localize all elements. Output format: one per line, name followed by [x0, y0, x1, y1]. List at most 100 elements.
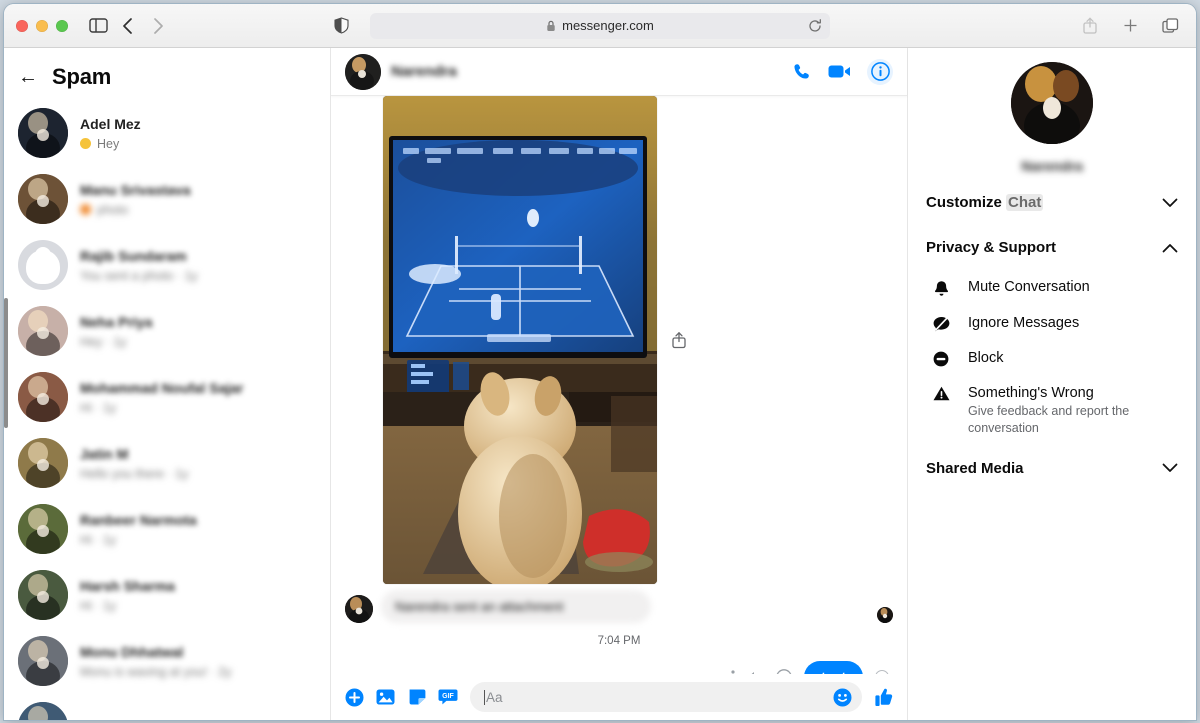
more-options-icon[interactable]: [731, 669, 735, 674]
message-timestamp: 7:04 PM: [597, 635, 641, 647]
privacy-item-ignore-messages[interactable]: Ignore Messages: [924, 306, 1180, 341]
thread-list-item[interactable]: Neha Priya Hey · 1y: [4, 298, 330, 364]
chevron-down-icon[interactable]: [1162, 463, 1178, 473]
plus-circle-icon[interactable]: [345, 688, 364, 707]
thread-list-scrollbar[interactable]: [4, 298, 8, 428]
message-list: Narendra sent an attachment 7:04 PM: [331, 96, 907, 674]
sticker-icon[interactable]: [407, 688, 426, 706]
share-upload-icon[interactable]: [671, 331, 687, 349]
address-bar[interactable]: messenger.com: [370, 12, 830, 39]
thread-list-item[interactable]: Manu Srivastava photo: [4, 166, 330, 232]
thread-item-snippet-text: Hi · 1y: [80, 532, 117, 547]
thread-item-name: Manu Srivastava: [80, 181, 191, 198]
photo-attachment[interactable]: [383, 96, 657, 584]
thread-item-snippet: Hey · 1y: [80, 335, 316, 349]
thread-list-item[interactable]: Narenderpanwar Panwar: [4, 694, 330, 720]
thread-item-snippet-text: Monu is waving at you! · 2y: [80, 664, 232, 679]
emoji-icon[interactable]: [833, 688, 852, 707]
thread-item-snippet: Hi · 1y: [80, 533, 316, 547]
thread-list-item[interactable]: Ranbeer Narmota Hi · 1y: [4, 496, 330, 562]
highlighted-word: Chat: [1006, 194, 1044, 211]
avatar[interactable]: [345, 53, 381, 90]
toolbar-right-actions: [1076, 13, 1184, 39]
thread-list-item[interactable]: Monu Dhhatwal Monu is waving at you! · 2y: [4, 628, 330, 694]
conversation-panel: Narendra Narendra sent an attachment 7:0…: [331, 48, 908, 720]
thread-item-name: Harsh Sharma: [80, 577, 175, 594]
thread-item-snippet: photo: [80, 203, 316, 217]
avatar[interactable]: [18, 372, 68, 422]
thread-item-snippet: Hello you there · 1y: [80, 467, 316, 481]
privacy-item-label: Block: [968, 350, 1004, 366]
section-privacy-support[interactable]: Privacy & Support: [924, 225, 1180, 270]
avatar[interactable]: [1011, 62, 1093, 144]
conversation-header: Narendra: [331, 48, 907, 96]
thumbs-up-icon[interactable]: [874, 687, 895, 708]
avatar[interactable]: [18, 504, 68, 554]
reload-icon[interactable]: [808, 18, 822, 33]
page-title: Spam: [52, 64, 112, 89]
share-icon[interactable]: [1076, 13, 1104, 39]
forward-button[interactable]: [144, 13, 172, 39]
avatar[interactable]: [18, 240, 68, 290]
reply-icon[interactable]: [747, 670, 764, 674]
incoming-message-row: Narendra sent an attachment: [345, 590, 893, 623]
info-circle-icon[interactable]: [867, 58, 893, 85]
photo-icon[interactable]: [376, 688, 395, 706]
avatar[interactable]: [18, 702, 68, 720]
outgoing-message-bubble[interactable]: test: [804, 661, 863, 674]
thread-item-snippet-text: Hey: [97, 136, 120, 151]
gif-icon[interactable]: GIF: [438, 688, 458, 706]
avatar[interactable]: [18, 636, 68, 686]
minimize-window-button[interactable]: [36, 19, 48, 32]
text-caret: [484, 689, 485, 705]
section-customize-chat[interactable]: Customize Chat: [924, 180, 1180, 225]
privacy-item-subtitle: Give feedback and report the conversatio…: [968, 404, 1130, 435]
section-label: Privacy & Support: [926, 239, 1057, 256]
thread-item-meta: Narenderpanwar Panwar: [80, 719, 316, 720]
back-button[interactable]: [114, 13, 142, 39]
message-attachment-row: [345, 96, 893, 584]
new-tab-button[interactable]: [1116, 13, 1144, 39]
thread-item-meta: Harsh Sharma Hi · 1y: [80, 578, 316, 613]
sidebar-toggle-icon[interactable]: [84, 13, 112, 39]
thread-list-item[interactable]: Mohammad Noufal Sajar Hi · 1y: [4, 364, 330, 430]
incoming-message-bubble[interactable]: Narendra sent an attachment: [381, 590, 651, 623]
navigation-controls: [84, 13, 172, 39]
arrow-left-icon[interactable]: ←: [18, 67, 38, 87]
section-shared-media[interactable]: Shared Media: [924, 446, 1180, 491]
video-camera-icon[interactable]: [828, 63, 851, 80]
avatar[interactable]: [18, 570, 68, 620]
block-icon: [932, 351, 950, 367]
thread-item-name: Ranbeer Narmota: [80, 511, 197, 528]
maximize-window-button[interactable]: [56, 19, 68, 32]
thread-list-item[interactable]: Harsh Sharma Hi · 1y: [4, 562, 330, 628]
close-window-button[interactable]: [16, 19, 28, 32]
chevron-up-icon[interactable]: [1162, 243, 1178, 253]
thread-list-item[interactable]: Adel Mez Hey: [4, 100, 330, 166]
avatar[interactable]: [18, 174, 68, 224]
privacy-item-block[interactable]: Block: [924, 341, 1180, 376]
tab-overview-icon[interactable]: [1156, 13, 1184, 39]
phone-call-icon[interactable]: [793, 62, 812, 81]
react-emoji-icon[interactable]: [776, 669, 792, 674]
avatar[interactable]: [18, 306, 68, 356]
privacy-item-somethings-wrong[interactable]: Something's Wrong Give feedback and repo…: [924, 376, 1180, 446]
shield-icon[interactable]: [334, 17, 349, 34]
thread-item-snippet-text: You sent a photo · 1y: [80, 268, 198, 283]
privacy-item-mute-conversation[interactable]: Mute Conversation: [924, 270, 1180, 306]
thread-item-snippet-text: Hi · 1y: [80, 400, 117, 415]
thread-list-item[interactable]: Jatin M Hello you there · 1y: [4, 430, 330, 496]
chevron-down-icon[interactable]: [1162, 198, 1178, 208]
thread-item-name: Jatin M: [80, 445, 129, 462]
conversation-actions: [793, 58, 893, 85]
thread-list-item[interactable]: Rajib Sundaram You sent a photo · 1y: [4, 232, 330, 298]
unread-badge-icon: [80, 138, 91, 149]
message-input[interactable]: Aa: [470, 682, 862, 712]
avatar[interactable]: [18, 108, 68, 158]
window-controls: [16, 19, 68, 32]
avatar[interactable]: [345, 595, 373, 623]
outgoing-message-row: test ✓: [345, 661, 893, 674]
thread-item-snippet-text: Hey · 1y: [80, 334, 127, 349]
avatar[interactable]: [18, 438, 68, 488]
section-label: Shared Media: [926, 459, 1024, 477]
